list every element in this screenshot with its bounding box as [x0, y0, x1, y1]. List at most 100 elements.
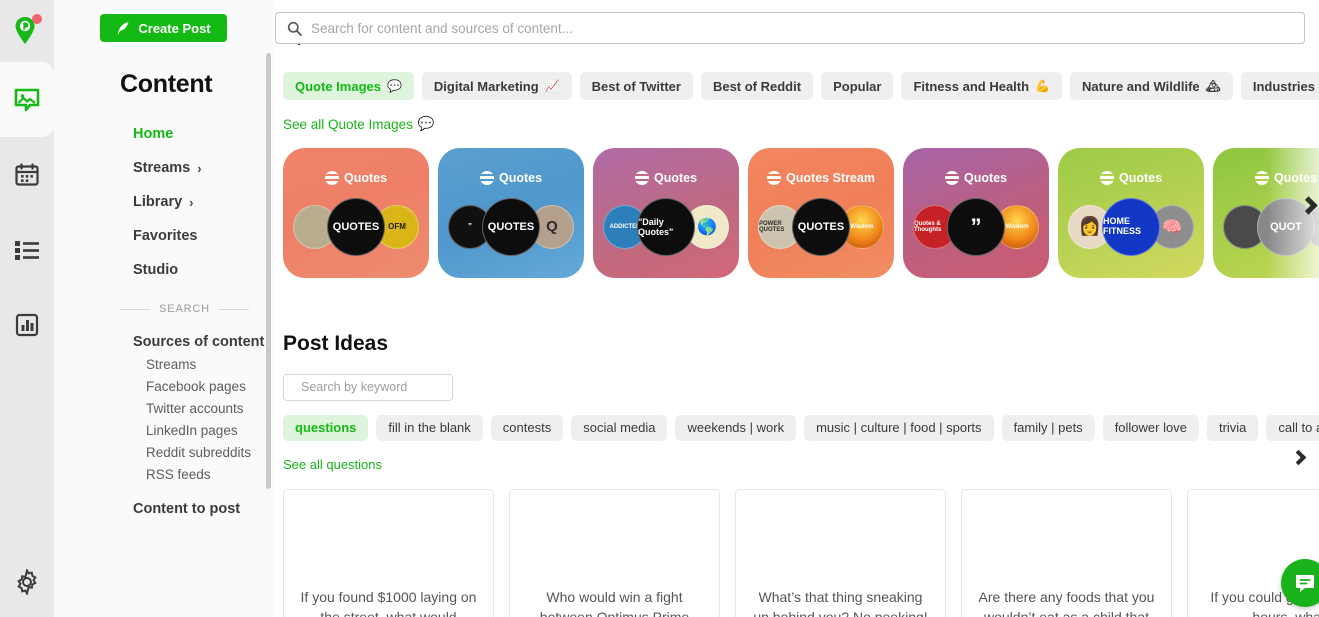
post-idea-card[interactable]: Who would win a fight between Optimus Pr… — [509, 489, 720, 617]
category-chip-quote-images[interactable]: Quote Images 💬 — [283, 72, 414, 100]
see-all-questions-link[interactable]: See all questions — [273, 441, 382, 472]
avatar-label: Wisdom — [1005, 224, 1028, 230]
rail-item-calendar[interactable] — [0, 137, 54, 212]
quote-card-title: Quotes — [1274, 171, 1317, 185]
avatar: QUOTES — [327, 198, 385, 256]
post-ideas-title: Post Ideas — [273, 278, 1319, 356]
quote-card[interactable]: Quotes ” QUOTES Q — [438, 148, 584, 278]
sidebar-section-sources-of-content[interactable]: Sources of content — [54, 315, 273, 350]
clipped-row-above-chips: . - - — [273, 44, 1319, 66]
tag-label: family | pets — [1014, 420, 1083, 435]
divider-line-right — [219, 309, 249, 310]
avatar-label: "Daily Quotes" — [638, 217, 694, 237]
sidebar-item-facebook-pages[interactable]: Facebook pages — [54, 372, 273, 394]
post-idea-cards-list: If you found $1000 laying on the street,… — [273, 474, 1319, 617]
tag-contests[interactable]: contests — [491, 415, 563, 441]
avatar-label: Wisdom — [850, 224, 873, 230]
tag-call-to-action[interactable]: call to action — [1266, 415, 1319, 441]
post-idea-card[interactable]: Are there any foods that you wouldn’t ea… — [961, 489, 1172, 617]
global-search-box[interactable] — [275, 12, 1305, 44]
sidebar-item-favorites[interactable]: Favorites — [54, 219, 273, 253]
tag-social-media[interactable]: social media — [571, 415, 667, 441]
rail-item-settings[interactable] — [0, 547, 54, 617]
chat-bubble-icon — [1293, 571, 1317, 595]
sidebar-item-linkedin-pages[interactable]: LinkedIn pages — [54, 416, 273, 438]
category-chip-best-of-twitter[interactable]: Best of Twitter — [580, 72, 693, 100]
see-all-quote-images-link[interactable]: See all Quote Images 💬 — [273, 100, 435, 132]
tag-questions[interactable]: questions — [283, 415, 368, 441]
tag-weekends-work[interactable]: weekends | work — [675, 415, 796, 441]
post-idea-card[interactable]: What’s that thing sneaking up behind you… — [735, 489, 946, 617]
quote-cards-list: Quotes QUOTES OFM Quotes ” QU — [283, 148, 1319, 278]
quotes-logo-icon — [767, 171, 781, 185]
tag-family-pets[interactable]: family | pets — [1002, 415, 1095, 441]
quotes-logo-icon — [945, 171, 959, 185]
sidebar-item-reddit-subreddits[interactable]: Reddit subreddits — [54, 438, 273, 460]
chevron-right-icon — [1299, 196, 1317, 214]
quotes-logo-icon — [480, 171, 494, 185]
sidebar-item-streams[interactable]: Streams › — [54, 151, 273, 185]
category-chip-digital-marketing[interactable]: Digital Marketing 📈 — [422, 72, 572, 100]
keyword-search-input[interactable] — [301, 380, 462, 394]
keyword-search-box[interactable] — [283, 374, 453, 401]
top-search-bar — [273, 0, 1319, 44]
tag-follower-love[interactable]: follower love — [1103, 415, 1199, 441]
sidebar-item-label: Streams — [133, 160, 190, 176]
post-ideas-tag-row: questions fill in the blank contests soc… — [273, 401, 1319, 441]
search-input[interactable] — [311, 21, 1293, 36]
category-chip-popular[interactable]: Popular — [821, 72, 893, 100]
quote-card[interactable]: Quotes Quotes & Thoughts ” Wisdom — [903, 148, 1049, 278]
chip-label: Fitness and Health — [913, 79, 1029, 94]
quote-card[interactable]: Quotes Stream POWER QUOTES QUOTES Wisdom — [748, 148, 894, 278]
tag-fill-in-the-blank[interactable]: fill in the blank — [376, 415, 482, 441]
quote-card-title-row: Quotes — [1058, 171, 1204, 185]
quote-card-title: Quotes — [964, 171, 1007, 185]
create-post-button[interactable]: Create Post — [100, 14, 226, 42]
chip-label: Digital Marketing — [434, 79, 539, 94]
chart-increasing-icon: 📈 — [545, 79, 560, 93]
post-idea-text: Who would win a fight between Optimus Pr… — [524, 588, 705, 617]
sidebar-item-streams-source[interactable]: Streams — [54, 350, 273, 372]
quote-card-title: Quotes — [499, 171, 542, 185]
list-icon — [14, 239, 40, 261]
quote-card-title: Quotes — [344, 171, 387, 185]
avatar: QUOTES — [792, 198, 850, 256]
avatar-label: ” — [971, 214, 982, 240]
search-section-divider: SEARCH — [54, 287, 273, 315]
chevron-right-icon: › — [189, 195, 193, 210]
sidebar-item-twitter-accounts[interactable]: Twitter accounts — [54, 394, 273, 416]
tag-music-culture-food-sports[interactable]: music | culture | food | sports — [804, 415, 993, 441]
category-chip-best-of-reddit[interactable]: Best of Reddit — [701, 72, 813, 100]
tags-next-button[interactable] — [1285, 442, 1311, 472]
calendar-icon — [14, 162, 40, 188]
divider-label: SEARCH — [159, 303, 210, 315]
sidebar-item-library[interactable]: Library › — [54, 185, 273, 219]
quote-card[interactable]: Quotes ADDICTED "Daily Quotes" 🌎 — [593, 148, 739, 278]
avatar-label: 🌎 — [697, 217, 717, 237]
quotes-logo-icon — [325, 171, 339, 185]
category-chip-nature-and-wildlife[interactable]: Nature and Wildlife 🏔 — [1070, 72, 1233, 100]
rail-item-list[interactable] — [0, 212, 54, 287]
quote-card[interactable]: Quotes QUOTES OFM — [283, 148, 429, 278]
carousel-next-button[interactable] — [1293, 186, 1319, 226]
quote-card[interactable]: Quotes 👩 HOME FITNESS 🧠 — [1058, 148, 1204, 278]
avatar-label: QUOTES — [488, 221, 534, 233]
sidebar-item-label: Library — [133, 194, 182, 210]
quote-card-title: Quotes — [654, 171, 697, 185]
rail-item-analytics[interactable] — [0, 287, 54, 362]
sidebar-item-studio[interactable]: Studio — [54, 253, 273, 287]
speech-balloon-icon: 💬 — [387, 79, 402, 93]
rail-item-content[interactable] — [0, 62, 54, 137]
tag-label: call to action — [1278, 420, 1319, 435]
sidebar-item-rss-feeds[interactable]: RSS feeds — [54, 460, 273, 482]
category-chip-fitness-and-health[interactable]: Fitness and Health 💪 — [901, 72, 1062, 100]
tag-label: weekends | work — [687, 420, 784, 435]
sidebar-section-content-to-post[interactable]: Content to post — [54, 482, 273, 517]
tag-trivia[interactable]: trivia — [1207, 415, 1258, 441]
sidebar-item-home[interactable]: Home — [54, 117, 273, 151]
main-content: . - - Quote Images 💬 Digital Marketing 📈… — [273, 0, 1319, 617]
nav-scrollbar[interactable] — [266, 53, 271, 489]
app-logo[interactable] — [0, 0, 54, 62]
post-idea-card[interactable]: If you found $1000 laying on the street,… — [283, 489, 494, 617]
category-chip-industries[interactable]: Industries — [1241, 72, 1319, 100]
